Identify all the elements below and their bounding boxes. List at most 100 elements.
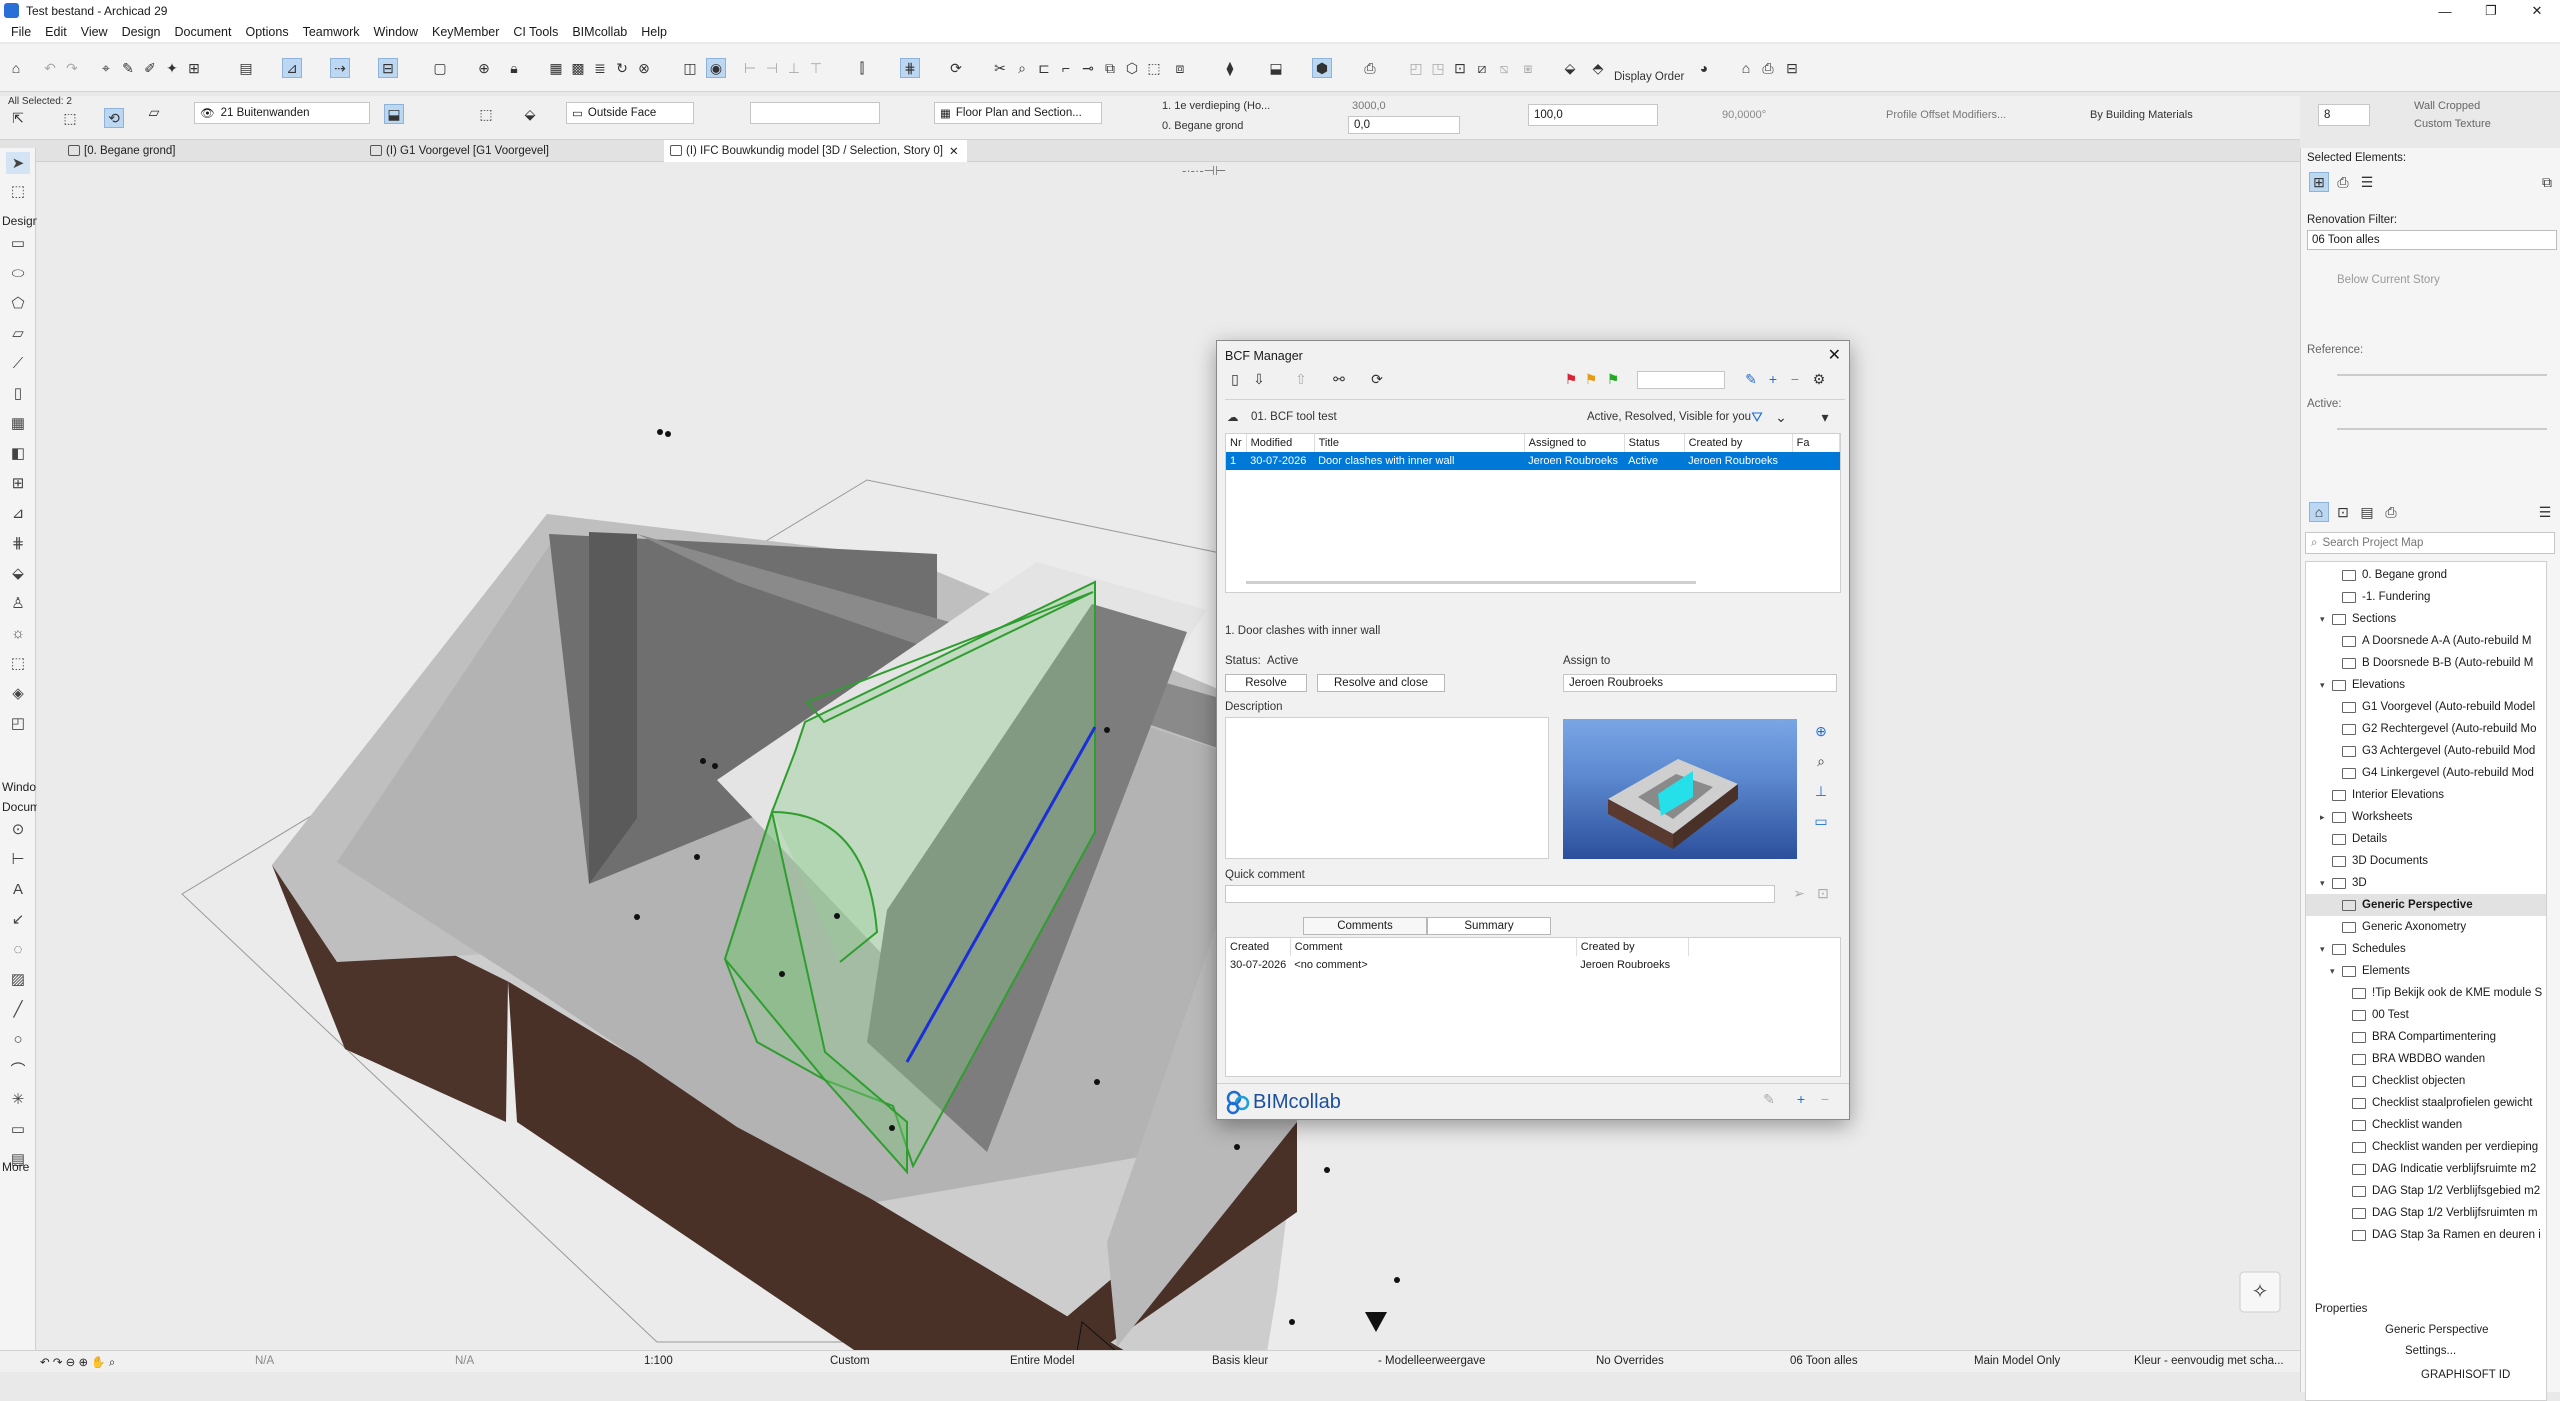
angle-value[interactable]: 90,0000° xyxy=(1722,109,1766,121)
lasso-icon[interactable]: ⌕ xyxy=(1012,58,1032,78)
bottom-story-label[interactable]: 0. Begane grond xyxy=(1162,120,1243,132)
assign-to-select[interactable]: Jeroen Roubroeks xyxy=(1563,674,1837,692)
group-icon[interactable]: ⬚ xyxy=(1144,58,1164,78)
menu-design[interactable]: Design xyxy=(115,25,168,39)
resolve-button[interactable]: Resolve xyxy=(1225,674,1307,692)
zoom-icon[interactable]: ⌕ xyxy=(1811,751,1831,771)
col-created[interactable]: Created xyxy=(1226,938,1291,956)
count-input[interactable]: 8 xyxy=(2318,104,2370,126)
tree-expand-icon[interactable]: ▾ xyxy=(2320,944,2332,955)
scissors-icon[interactable]: ✂ xyxy=(990,58,1010,78)
project-map-item[interactable]: Generic Perspective xyxy=(2306,894,2546,916)
stack-icon[interactable]: ⊥ xyxy=(1811,781,1831,801)
renovation-filter-select[interactable]: 06 Toon alles xyxy=(2307,230,2557,250)
project-map-item[interactable]: Checklist wanden per verdieping xyxy=(2306,1136,2546,1158)
project-map-item[interactable]: 3D Documents xyxy=(2306,850,2546,872)
tab-floor-plan[interactable]: [0. Begane grond] xyxy=(62,140,183,162)
properties-header[interactable]: Properties xyxy=(2315,1303,2367,1315)
project-map-item[interactable]: ▾ Sections xyxy=(2306,608,2546,630)
tree-expand-icon[interactable]: ▾ xyxy=(2320,614,2332,625)
color-palette-icon[interactable]: ◕ xyxy=(1694,58,1714,78)
project-map-item[interactable]: ▾ Schedules xyxy=(2306,938,2546,960)
object-tool-icon[interactable]: ♙ xyxy=(6,592,30,614)
project-map-item[interactable]: BRA Compartimentering xyxy=(2306,1026,2546,1048)
col-status[interactable]: Status xyxy=(1624,434,1685,452)
building-materials-label[interactable]: By Building Materials xyxy=(2090,109,2193,121)
rotate-view-icon[interactable]: ⟲ xyxy=(104,108,124,128)
project-map-item[interactable]: -1. Fundering xyxy=(2306,586,2546,608)
status-overrides[interactable]: No Overrides xyxy=(1596,1355,1664,1367)
hotspot-tool-icon[interactable]: ✳ xyxy=(6,1088,30,1110)
snap-icon[interactable]: ⌖ xyxy=(96,58,116,78)
col-comment[interactable]: Comment xyxy=(1290,938,1577,956)
trim-icon[interactable]: ⌐ xyxy=(1056,58,1076,78)
horizontal-scrollbar[interactable] xyxy=(1246,581,1696,584)
dimension-icon[interactable]: ⊢ xyxy=(740,58,760,78)
export-icon[interactable]: ⇧ xyxy=(1291,369,1311,389)
snap-guides-icon[interactable]: ⇢ xyxy=(330,58,350,78)
layer-select[interactable]: 👁︎ 21 Buitenwanden xyxy=(194,102,370,124)
project-map-item[interactable]: DAG Indicatie verblijfsruimte m2 xyxy=(2306,1158,2546,1180)
tab-summary[interactable]: Summary xyxy=(1427,917,1551,935)
maximize-button[interactable]: ❐ xyxy=(2468,0,2514,22)
col-created-by[interactable]: Created by xyxy=(1684,434,1793,452)
menu-teamwork[interactable]: Teamwork xyxy=(296,25,367,39)
publisher-icon[interactable]: ⎙ xyxy=(2381,502,2401,522)
add-issue-icon[interactable]: + xyxy=(1763,369,1783,389)
below-story-label[interactable]: Below Current Story xyxy=(2337,274,2440,286)
status-custom[interactable]: Custom xyxy=(830,1355,870,1367)
project-map-item[interactable]: !Tip Bekijk ook de KME module S xyxy=(2306,982,2546,1004)
resolve-close-button[interactable]: Resolve and close xyxy=(1317,674,1445,692)
quick-comment-input[interactable] xyxy=(1225,885,1775,903)
issue-snapshot-image[interactable] xyxy=(1563,719,1797,859)
roof-tool-icon[interactable]: ⟋ xyxy=(6,352,30,374)
reference-line-icon[interactable]: ⬓ xyxy=(384,104,404,124)
camera-icon[interactable]: ⊡ xyxy=(1813,883,1833,903)
status-main-model[interactable]: Main Model Only xyxy=(1974,1355,2060,1367)
3d-view-icon[interactable]: ◉ xyxy=(706,58,726,78)
bcf-settings-icon[interactable]: ⚙ xyxy=(1809,369,1829,389)
spline-tool-icon[interactable]: ⌒ xyxy=(6,1058,30,1080)
modify-icon[interactable]: ⧈ xyxy=(1170,58,1190,78)
project-map-icon[interactable]: ⌂ xyxy=(2309,502,2329,522)
level-dim-tool-icon[interactable]: ⊢ xyxy=(6,848,30,870)
tree-expand-icon[interactable]: ▾ xyxy=(2330,966,2342,977)
send-backward-icon[interactable]: ⧅ xyxy=(1494,58,1514,78)
top-story-label[interactable]: 1. 1e verdieping (Ho... xyxy=(1162,100,1270,112)
edit-elevation-icon[interactable]: ⬓ xyxy=(1266,58,1286,78)
layout-book-icon[interactable]: ▤ xyxy=(2357,502,2377,522)
project-map-item[interactable]: B Doorsnede B-B (Auto-rebuild M xyxy=(2306,652,2546,674)
menu-document[interactable]: Document xyxy=(168,25,239,39)
zoom-in-icon[interactable]: ⊕ xyxy=(1811,721,1831,741)
description-textarea[interactable] xyxy=(1225,717,1549,859)
menu-bimcollab[interactable]: BIMcollab xyxy=(565,25,634,39)
crop-icon[interactable]: ▭ xyxy=(1811,811,1831,831)
filter-icon[interactable]: ⛛ xyxy=(1747,407,1767,427)
railing-tool-icon[interactable]: ⋕ xyxy=(6,532,30,554)
menu-view[interactable]: View xyxy=(74,25,115,39)
issue-row[interactable]: 1 30-07-2026 Door clashes with inner wal… xyxy=(1226,452,1840,470)
hatch-tool-icon[interactable]: ▨ xyxy=(6,968,30,990)
rotate-icon[interactable]: ⟳ xyxy=(946,58,966,78)
lamp-tool-icon[interactable]: ☼ xyxy=(6,622,30,644)
selection-settings-icon[interactable]: ⧉ xyxy=(2537,172,2557,192)
bcf-search-input[interactable] xyxy=(1637,371,1725,389)
view-setting-select[interactable]: ▦ Floor Plan and Section... xyxy=(934,102,1102,124)
selection-box-icon[interactable]: ▢ xyxy=(430,58,450,78)
selection-print-icon[interactable]: ⎙ xyxy=(2333,172,2353,192)
layers-icon[interactable]: ▤ xyxy=(236,58,256,78)
thickness-input[interactable]: 100,0 xyxy=(1528,104,1658,126)
col-comment-by[interactable]: Created by xyxy=(1576,938,1689,956)
layer-settings-icon[interactable]: ≣ xyxy=(590,58,610,78)
order-icon[interactable]: ⧆ xyxy=(1518,58,1538,78)
flag-green-icon[interactable]: ⚑ xyxy=(1603,369,1623,389)
view-map-icon[interactable]: ⊡ xyxy=(2333,502,2353,522)
status-pen-set[interactable]: Basis kleur xyxy=(1212,1355,1268,1367)
selection-arrow-icon[interactable]: ⇱ xyxy=(8,108,28,128)
tree-expand-icon[interactable]: ▾ xyxy=(2320,878,2332,889)
new-issue-icon[interactable]: ▯ xyxy=(1225,369,1245,389)
col-title[interactable]: Title xyxy=(1314,434,1525,452)
status-model-view[interactable]: - Modelleerweergave xyxy=(1378,1355,1485,1367)
tab-elevation[interactable]: (I) G1 Voorgevel [G1 Voorgevel] xyxy=(364,140,557,162)
project-map-item[interactable]: Checklist wanden xyxy=(2306,1114,2546,1136)
